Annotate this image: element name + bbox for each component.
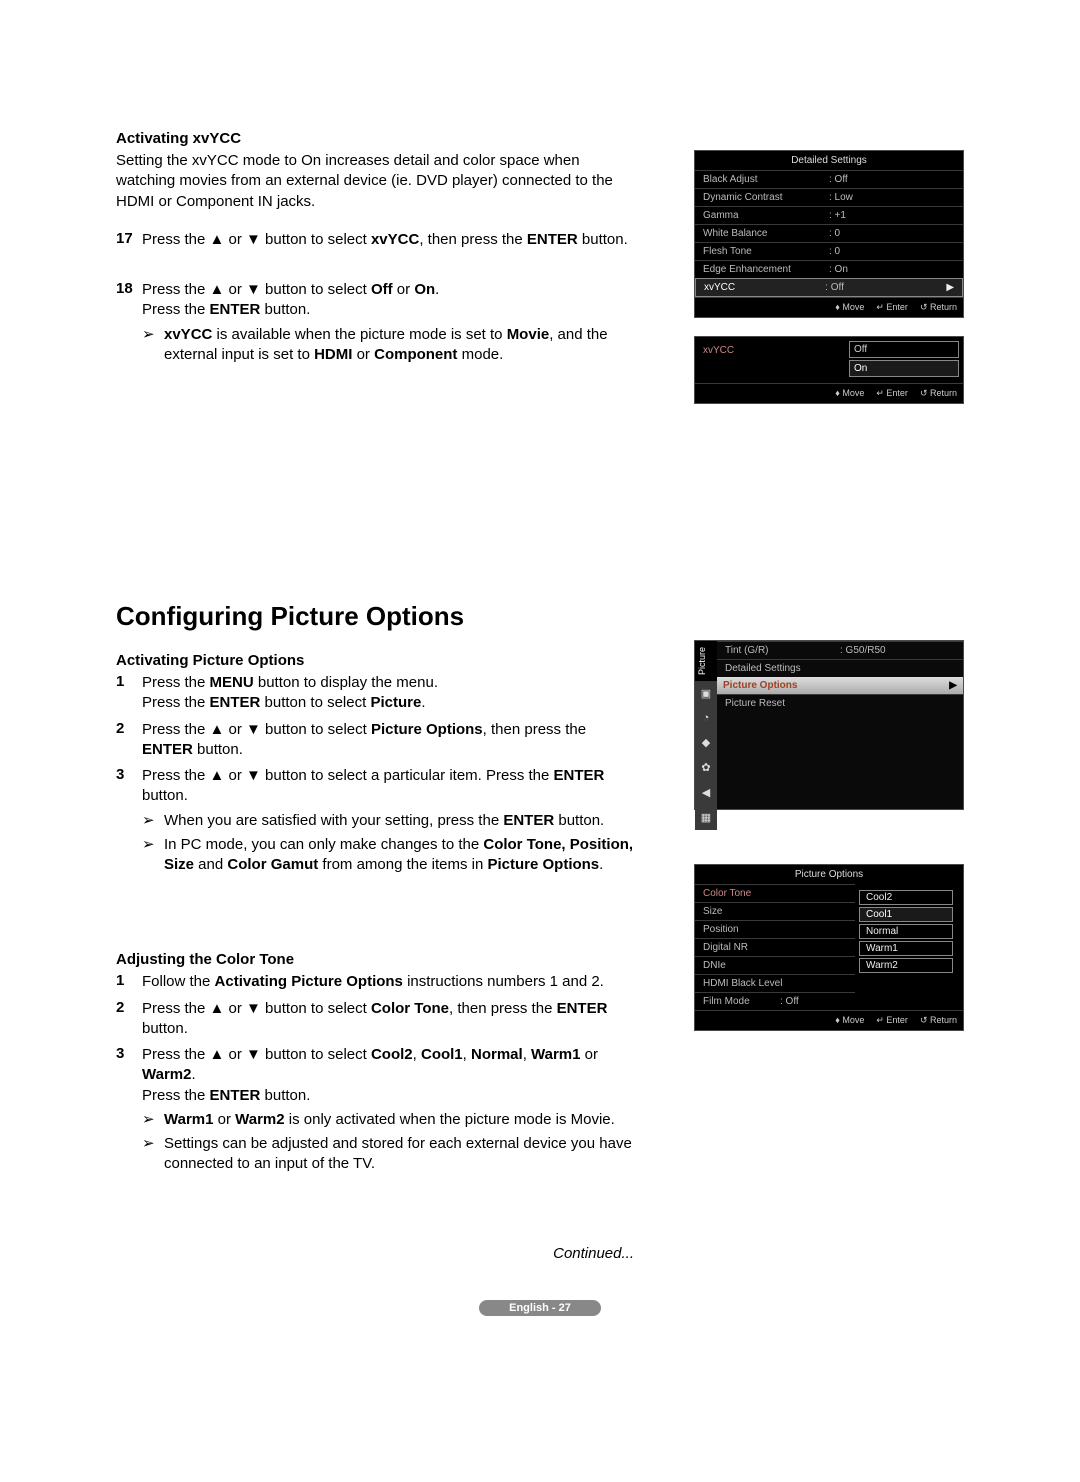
step-2: 2 Press the ▲ or ▼ button to select Colo… [116,999,636,1040]
intro-text: Setting the xvYCC mode to On increases d… [116,151,636,212]
move-hint: ♦ Move [835,302,864,313]
step-3: 3 Press the ▲ or ▼ button to select Cool… [116,1045,636,1175]
heading-configuring-picture-options: Configuring Picture Options [116,601,964,632]
option-on-selected: On [849,360,959,377]
note-arrow-icon: ➢ [142,811,164,831]
chevron-right-icon: ▶ [946,282,954,293]
option-warm2: Warm2 [859,958,953,973]
channel-icon: ◆ [702,730,710,755]
antenna-icon: ◀ [702,780,710,805]
osd-row-selected: xvYCC: Off▶ [695,278,963,297]
osd-footer: ♦ Move ↵ Enter ↺ Return [695,383,963,403]
menu-row: Tint (G/R): G50/R50 [717,641,963,659]
monitor-icon: ▣ [701,681,711,706]
osd-row: Edge Enhancement: On [695,260,963,278]
osd-picture-menu: Picture ▣ ◔ ◆ ✿ ◀ ▦ Tint (G/R): G50/R50 … [694,640,964,810]
step-1: 1 Press the MENU button to display the m… [116,673,636,714]
osd-row: Black Adjust: Off [695,170,963,188]
menu-row: Detailed Settings [717,659,963,677]
note-arrow-icon: ➢ [142,325,164,366]
input-icon: ▦ [701,805,711,830]
note-arrow-icon: ➢ [142,835,164,876]
osd-row: Dynamic Contrast: Low [695,188,963,206]
step-17: 17 Press the ▲ or ▼ button to select xvY… [116,230,636,250]
osd-footer: ♦ Move ↵ Enter ↺ Return [695,297,963,317]
sidebar-label-picture: Picture [695,641,717,681]
option-normal: Normal [859,924,953,939]
gear-icon: ✿ [701,755,710,780]
osd-row: White Balance: 0 [695,224,963,242]
step-number: 18 [116,280,142,365]
osd-detailed-settings: Detailed Settings Black Adjust: Off Dyna… [694,150,964,318]
note-arrow-icon: ➢ [142,1134,164,1175]
step-1: 1 Follow the Activating Picture Options … [116,972,636,992]
osd-title: Picture Options [695,865,963,884]
step-3: 3 Press the ▲ or ▼ button to select a pa… [116,766,636,875]
osd-row: Flesh Tone: 0 [695,242,963,260]
page-footer: English - 27 [116,1302,964,1314]
step-2: 2 Press the ▲ or ▼ button to select Pict… [116,720,636,761]
option-off: Off [849,341,959,358]
option-warm1: Warm1 [859,941,953,956]
osd-title: Detailed Settings [695,151,963,170]
continued-text: Continued... [116,1245,634,1262]
section-title: Activating xvYCC [116,130,964,147]
menu-row: Picture Reset [717,694,963,712]
chevron-right-icon: ▶ [949,680,957,691]
option-cool2: Cool2 [859,890,953,905]
enter-hint: ↵ Enter [876,302,908,313]
osd-picture-options: Picture Options Color Tone Size Position… [694,864,964,1031]
sound-icon: ◔ [703,706,710,730]
option-cool1-selected: Cool1 [859,907,953,922]
note-arrow-icon: ➢ [142,1110,164,1130]
menu-row-selected: Picture Options ▶ [717,677,963,694]
osd-xvycc: xvYCC Off On ♦ Move ↵ Enter ↺ Return [694,336,964,404]
step-18: 18 Press the ▲ or ▼ button to select Off… [116,280,636,365]
osd-footer: ♦ Move ↵ Enter ↺ Return [695,1010,963,1030]
step-number: 17 [116,230,142,250]
return-hint: ↺ Return [920,302,957,313]
osd-label: xvYCC [695,337,845,383]
osd-row: Gamma: +1 [695,206,963,224]
